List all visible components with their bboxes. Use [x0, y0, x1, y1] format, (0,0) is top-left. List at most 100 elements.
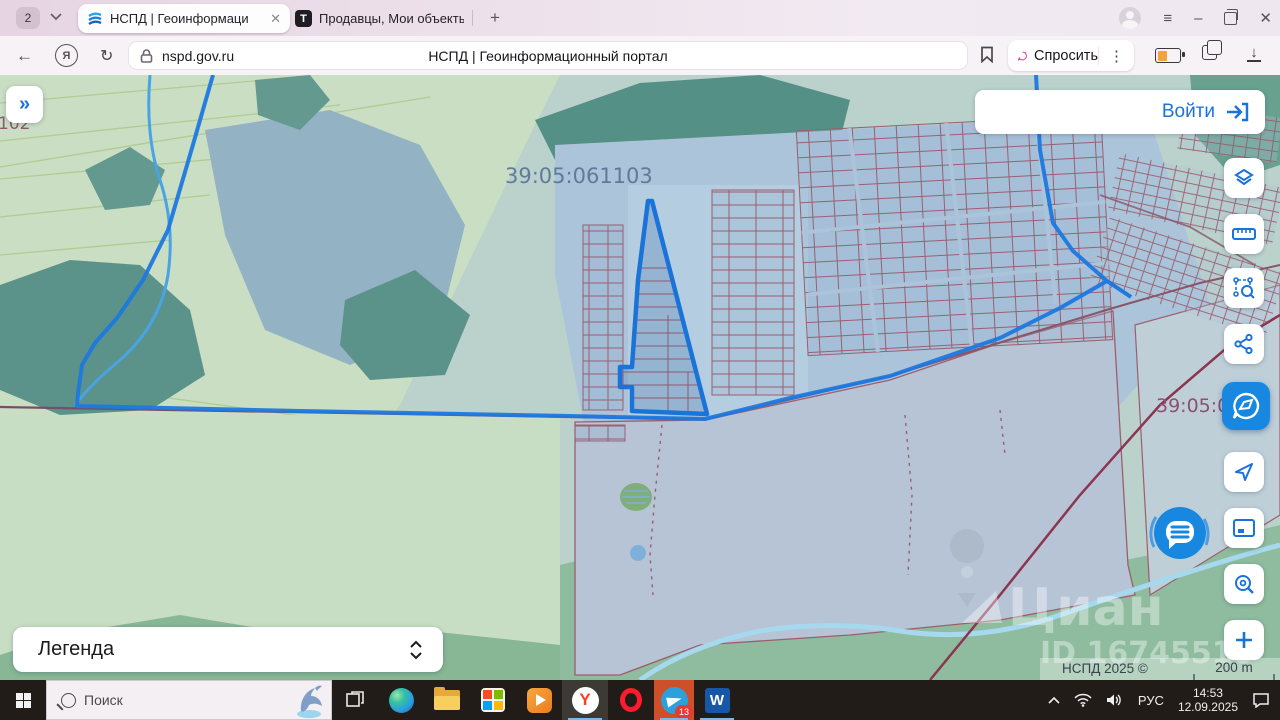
restore-button[interactable]: [1224, 12, 1237, 25]
plus-icon: [1234, 630, 1254, 650]
media-player-button[interactable]: [516, 680, 562, 720]
ask-chat-icon: [1017, 46, 1028, 66]
tab-divider: [472, 10, 473, 26]
yandex-home-icon[interactable]: Я: [55, 44, 78, 67]
telegram-button[interactable]: 13: [654, 680, 694, 720]
share-button[interactable]: [1224, 324, 1264, 364]
downloads-icon[interactable]: ↓: [1246, 44, 1262, 62]
back-icon[interactable]: ←: [16, 46, 33, 66]
navigation-arrow-icon: [1233, 461, 1255, 483]
browser-tab-strip: 2 НСПД | Геоинформаци ✕ Т Продавцы, Мои …: [0, 0, 1280, 36]
tab-title: Продавцы, Мои объекты: [319, 11, 464, 26]
browser-menu-icon[interactable]: ≡: [1163, 10, 1172, 27]
opera-button[interactable]: [608, 680, 654, 720]
ask-label: Спросить: [1034, 48, 1098, 64]
close-button[interactable]: ✕: [1259, 9, 1272, 27]
chevrons-right-icon: »: [19, 93, 30, 116]
nspd-favicon: [87, 11, 103, 27]
area-search-button[interactable]: [1224, 268, 1264, 308]
tabs-dropdown-icon[interactable]: [50, 13, 62, 21]
tab-title: НСПД | Геоинформаци: [110, 11, 249, 26]
login-label: Войти: [1162, 101, 1215, 123]
word-icon: W: [705, 688, 730, 713]
locate-button[interactable]: [1224, 452, 1264, 492]
url-text: nspd.gov.ru: [162, 48, 234, 64]
yandex-browser-button[interactable]: Y: [562, 680, 608, 720]
ruler-icon: [1232, 226, 1256, 242]
search-label: Поиск: [84, 692, 123, 708]
system-tray: РУС 14:53 12.09.2025: [1048, 680, 1280, 720]
legend-label: Легенда: [38, 638, 114, 661]
minimap-icon: [1232, 518, 1256, 538]
share-icon: [1233, 333, 1255, 355]
login-arrow-icon: [1225, 102, 1249, 122]
language-indicator[interactable]: РУС: [1138, 693, 1164, 708]
svg-text:Циан: Циан: [1008, 578, 1164, 638]
edge-button[interactable]: [378, 680, 424, 720]
place-search-icon: [1233, 573, 1255, 595]
object-card-icon: [1232, 392, 1260, 420]
battery-icon[interactable]: [1155, 48, 1181, 63]
tab-sellers[interactable]: Т Продавцы, Мои объекты: [286, 4, 490, 33]
wifi-icon[interactable]: [1074, 693, 1092, 707]
zoom-in-button[interactable]: [1224, 620, 1264, 660]
attribution-text: НСПД 2025 ©: [1062, 661, 1148, 676]
ms-store-button[interactable]: [470, 680, 516, 720]
login-bar[interactable]: Войти: [975, 90, 1265, 134]
volume-icon[interactable]: [1106, 693, 1124, 707]
clock-time: 14:53: [1178, 686, 1238, 700]
play-icon: [527, 688, 552, 713]
store-icon: [481, 688, 505, 712]
task-view-button[interactable]: [332, 680, 378, 720]
map-canvas[interactable]: 39:05:061103 102 39:05:0 Циан ID 1674551…: [0, 75, 1280, 680]
edge-icon: [389, 688, 414, 713]
new-tab-button[interactable]: +: [484, 7, 506, 29]
bookmark-icon[interactable]: [980, 46, 994, 63]
kebab-menu-icon[interactable]: ⋮: [1098, 47, 1124, 65]
minimize-button[interactable]: –: [1194, 10, 1202, 27]
lock-icon: [140, 49, 153, 63]
measure-button[interactable]: [1224, 214, 1264, 254]
map-footer: НСПД 2025 © 200 m: [1040, 658, 1280, 680]
tab-nspd[interactable]: НСПД | Геоинформаци ✕: [78, 4, 290, 33]
yandex-browser-icon: Y: [572, 687, 599, 714]
file-explorer-button[interactable]: [424, 680, 470, 720]
windows-taskbar: Поиск Y 13 W: [0, 680, 1280, 720]
search-icon: [61, 693, 76, 708]
support-chat-button[interactable]: [1142, 495, 1218, 571]
extensions-icon[interactable]: [1202, 45, 1217, 60]
action-center-icon[interactable]: [1252, 692, 1270, 708]
page-title: НСПД | Геоинформационный портал: [128, 48, 968, 64]
letter-t-favicon: Т: [295, 10, 312, 27]
legend-panel[interactable]: Легенда: [13, 627, 443, 672]
address-bar[interactable]: nspd.gov.ru НСПД | Геоинформационный пор…: [128, 41, 968, 70]
expand-sidebar-button[interactable]: »: [6, 86, 43, 123]
taskbar-search[interactable]: Поиск: [46, 680, 332, 720]
reload-icon[interactable]: ↻: [100, 46, 113, 66]
folder-icon: [434, 690, 460, 710]
area-search-icon: [1232, 276, 1256, 300]
cadastral-label-right: 39:05:0: [1156, 395, 1229, 417]
cadastral-map: 39:05:061103 102 39:05:0 Циан ID 1674551…: [0, 75, 1280, 680]
notification-badge: 13: [675, 705, 693, 719]
tab-count-badge[interactable]: 2: [16, 7, 40, 29]
browser-toolbar: ← Я ↻ nspd.gov.ru НСПД | Геоинформационн…: [0, 36, 1280, 76]
taskbar-clock[interactable]: 14:53 12.09.2025: [1178, 686, 1238, 714]
tray-chevron-icon[interactable]: [1048, 696, 1060, 704]
word-button[interactable]: W: [694, 680, 740, 720]
task-view-icon: [345, 690, 365, 710]
layers-icon: [1233, 167, 1255, 189]
layers-button[interactable]: [1224, 158, 1264, 198]
telegram-tile: 13: [654, 680, 694, 720]
collapse-expand-icon[interactable]: [409, 640, 423, 660]
start-button[interactable]: [0, 680, 46, 720]
object-card-button[interactable]: [1222, 382, 1270, 430]
tab-close-icon[interactable]: ✕: [270, 11, 281, 27]
profile-avatar[interactable]: [1119, 7, 1141, 29]
windows-logo-icon: [16, 693, 31, 708]
dolphin-icon: [291, 683, 327, 719]
minimap-button[interactable]: [1224, 508, 1264, 548]
screen: 2 НСПД | Геоинформаци ✕ Т Продавцы, Мои …: [0, 0, 1280, 720]
place-search-button[interactable]: [1224, 564, 1264, 604]
ask-alice-button[interactable]: Спросить ⋮: [1008, 40, 1134, 71]
